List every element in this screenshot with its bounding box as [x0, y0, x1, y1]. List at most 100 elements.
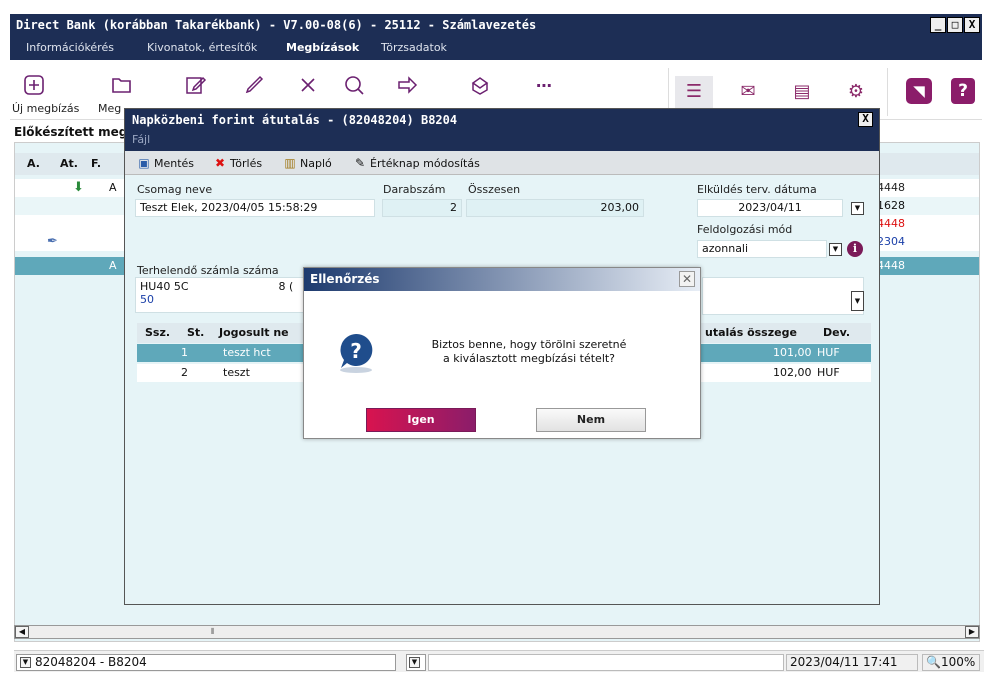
horizontal-scrollbar[interactable]: ◀ ⦀ ▶ [14, 625, 980, 639]
rss-feed-icon[interactable]: ◥ [906, 78, 932, 104]
send-date-dropdown-icon[interactable]: ▼ [851, 202, 864, 215]
page-subtitle: Előkészített meg [14, 125, 128, 139]
package-name-label: Csomag neve [137, 183, 213, 196]
scroll-thumb-grip-icon[interactable]: ⦀ [211, 627, 215, 637]
status-datetime: 2023/04/11 17:41 [786, 654, 918, 671]
list-cell-right: 4448 [877, 259, 905, 272]
processing-select[interactable]: azonnali [697, 240, 827, 258]
confirm-dialog-title-text: Ellenőrzés [310, 272, 380, 286]
yes-button[interactable]: Igen [366, 408, 476, 432]
cell-ssz: 1 [181, 346, 188, 359]
send-date-field[interactable]: 2023/04/11 [697, 199, 843, 217]
package-icon[interactable] [468, 74, 492, 98]
scroll-right-icon[interactable]: ▶ [965, 626, 979, 638]
window-title: Direct Bank (korábban Takarékbank) - V7.… [16, 18, 537, 32]
total-field: 203,00 [466, 199, 644, 217]
open-label: Meg [98, 102, 122, 115]
log-button[interactable]: ▥ Napló [283, 155, 331, 172]
confirm-message-line1: Biztos benne, hogy törölni szeretné [431, 338, 627, 351]
save-disk-icon: ▣ [138, 156, 150, 170]
col-dev-header[interactable]: Dev. [823, 323, 850, 343]
menu-megbizasok[interactable]: Megbízások [286, 36, 359, 60]
sign-pen-icon[interactable] [242, 74, 266, 98]
value-date-button[interactable]: ✎ Értéknap módosítás [353, 155, 480, 172]
col-ssz-header[interactable]: Ssz. [145, 323, 170, 343]
value-date-label: Értéknap módosítás [370, 157, 480, 170]
book-icon: ▥ [284, 156, 296, 170]
confirm-message-line2: a kiválasztott megbízási tételt? [442, 352, 616, 365]
dropdown-arrow-icon: ▼ [409, 657, 420, 668]
cell-ssz: 2 [181, 366, 188, 379]
cell-name: teszt hct [223, 346, 271, 359]
cell-dev: HUF [817, 366, 840, 379]
mail-icon[interactable]: ✉ [729, 76, 767, 108]
menu-torzsadatok[interactable]: Törzsadatok [381, 36, 447, 60]
more-icon[interactable]: ⋯ [532, 74, 556, 98]
delete-button[interactable]: ✖ Törlés [213, 155, 262, 172]
total-label: Összesen [468, 183, 521, 196]
list-cell-at: A [109, 181, 117, 194]
delete-red-x-icon: ✖ [214, 156, 226, 170]
col-st-header[interactable]: St. [187, 323, 204, 343]
transfer-dialog-toolbar: ▣ Mentés ✖ Törlés ▥ Napló ✎ Értéknap módosít… [125, 151, 879, 175]
open-folder-icon[interactable] [110, 74, 134, 98]
save-label: Mentés [154, 157, 195, 170]
status-info-field [428, 654, 784, 671]
dropdown-arrow-icon: ▼ [20, 657, 31, 668]
processing-label: Feldolgozási mód [697, 223, 793, 236]
account-selector[interactable]: ▼ 82048204 - B8204 [16, 654, 396, 671]
help-icon[interactable]: ? [951, 78, 975, 104]
col-a-header[interactable]: A. [27, 153, 40, 175]
zoom-level: 100% [940, 655, 976, 669]
col-at-header[interactable]: At. [60, 153, 78, 175]
settings-gear-icon[interactable]: ⚙ [837, 76, 875, 108]
transfer-dialog-title: Napközbeni forint átutalás - (82048204) … [125, 109, 879, 131]
feather-icon: ✒ [47, 234, 58, 249]
col-name-header[interactable]: Jogosult ne [219, 323, 289, 343]
count-label: Darabszám [383, 183, 446, 196]
account-details-dropdown-icon[interactable]: ▼ [851, 291, 864, 311]
save-button[interactable]: ▣ Mentés [137, 155, 194, 172]
edit-icon[interactable] [184, 74, 208, 98]
status-datetime-text: 2023/04/11 17:41 [790, 655, 898, 669]
confirm-message: Biztos benne, hogy törölni szeretné a ki… [394, 338, 664, 366]
list-cell-right: 1628 [877, 199, 905, 212]
col-f-header[interactable]: F. [91, 153, 101, 175]
new-order-icon[interactable] [22, 74, 46, 98]
svg-text:?: ? [350, 339, 362, 363]
close-button[interactable]: X [964, 17, 980, 33]
col-amount-header[interactable]: utalás összege [705, 323, 797, 343]
transfer-dialog-close-button[interactable]: X [858, 112, 873, 127]
menu-informaciokeres[interactable]: Információkérés [26, 36, 114, 60]
download-icon: ⬇ [73, 180, 84, 195]
account-field[interactable]: HU40 5C 8 ( 50 [135, 277, 305, 313]
account-line2: 50 [140, 293, 154, 306]
no-button[interactable]: Nem [536, 408, 646, 432]
list-cell-right: 4448 [877, 181, 905, 194]
list-view-icon[interactable]: ☰ [675, 76, 713, 108]
package-name-field[interactable]: Teszt Elek, 2023/04/05 15:58:29 [135, 199, 375, 217]
delete-label: Törlés [230, 157, 263, 170]
send-date-label: Elküldés terv. dátuma [697, 183, 817, 196]
maximize-button[interactable]: □ [947, 17, 963, 33]
send-arrow-icon[interactable] [396, 74, 420, 98]
clipboard-icon[interactable]: ▤ [783, 76, 821, 108]
delete-x-icon[interactable] [296, 74, 320, 98]
info-icon[interactable]: i [847, 241, 863, 257]
confirm-close-button[interactable]: ✕ [679, 271, 695, 287]
question-icon: ? [334, 330, 378, 374]
window-titlebar: Direct Bank (korábban Takarékbank) - V7.… [10, 14, 982, 36]
zoom-control[interactable]: 🔍100% [922, 654, 980, 671]
zoom-icon: 🔍 [926, 655, 941, 669]
scroll-left-icon[interactable]: ◀ [15, 626, 29, 638]
confirm-dialog: Ellenőrzés ✕ ? Biztos benne, hogy töröln… [303, 267, 701, 439]
list-cell-right: 4448 [877, 217, 905, 230]
status-dropdown[interactable]: ▼ [406, 654, 426, 671]
processing-dropdown-icon[interactable]: ▼ [829, 243, 842, 256]
menu-fajl[interactable]: Fájl [132, 133, 150, 146]
minimize-button[interactable]: _ [930, 17, 946, 33]
cell-dev: HUF [817, 346, 840, 359]
menu-kivonatok[interactable]: Kivonatok, értesítők [147, 36, 257, 60]
confirm-dialog-title: Ellenőrzés ✕ [304, 268, 700, 291]
search-icon[interactable] [342, 74, 366, 98]
